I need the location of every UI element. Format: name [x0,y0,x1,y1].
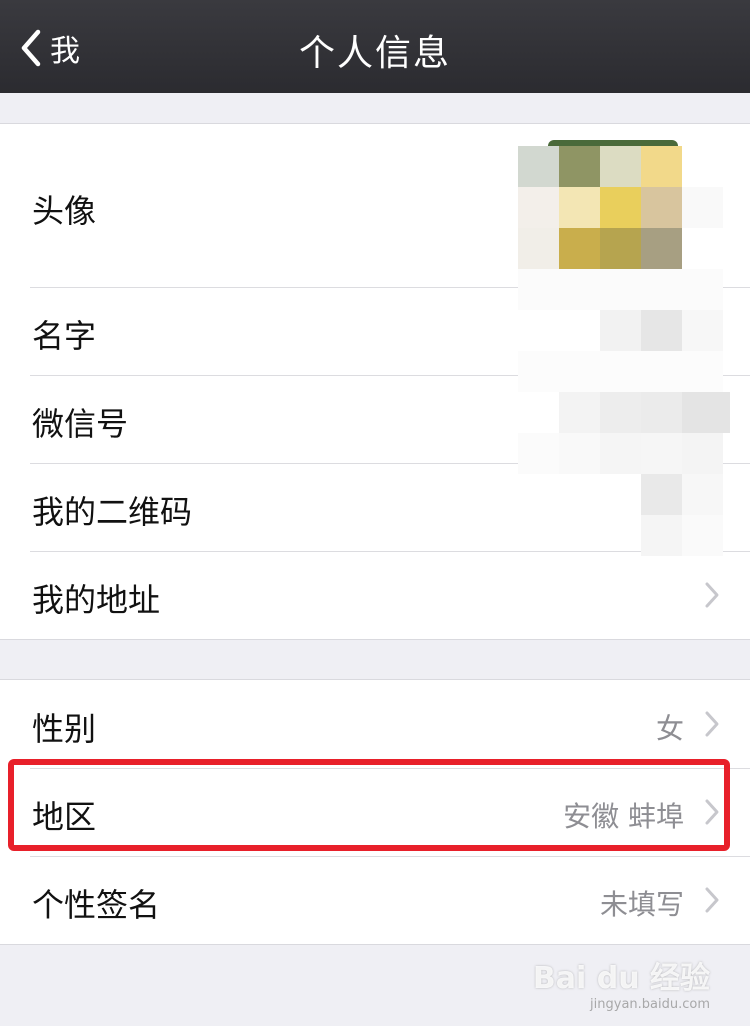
page-title: 个人信息 [298,33,451,74]
baidu-jingyan-watermark: Bai du 经验 jingyan.baidu.com [533,953,710,1012]
pixelated-avatar [518,140,730,556]
name-label: 名字 [32,317,97,355]
qr-code-label: 我的二维码 [32,493,193,531]
chevron-right-icon [705,582,719,608]
watermark-url: jingyan.baidu.com [590,997,710,1012]
address-label: 我的地址 [32,581,161,619]
highlight-box [8,759,730,851]
signature-value: 未填写 [599,888,684,921]
gender-value: 女 [655,712,684,745]
signature-row[interactable]: 个性签名 未填写 [0,856,750,944]
gender-label: 性别 [32,710,97,748]
address-row[interactable]: 我的地址 [0,551,750,639]
signature-label: 个性签名 [32,886,161,924]
gender-row[interactable]: 性别 女 [0,680,750,768]
chevron-right-icon [705,711,719,737]
chevron-right-icon [705,887,719,913]
watermark-logo: Bai du 经验 [532,961,710,996]
wechat-id-label: 微信号 [32,405,129,443]
avatar-label: 头像 [32,192,97,230]
navigation-bar: 我 个人信息 [0,0,750,93]
